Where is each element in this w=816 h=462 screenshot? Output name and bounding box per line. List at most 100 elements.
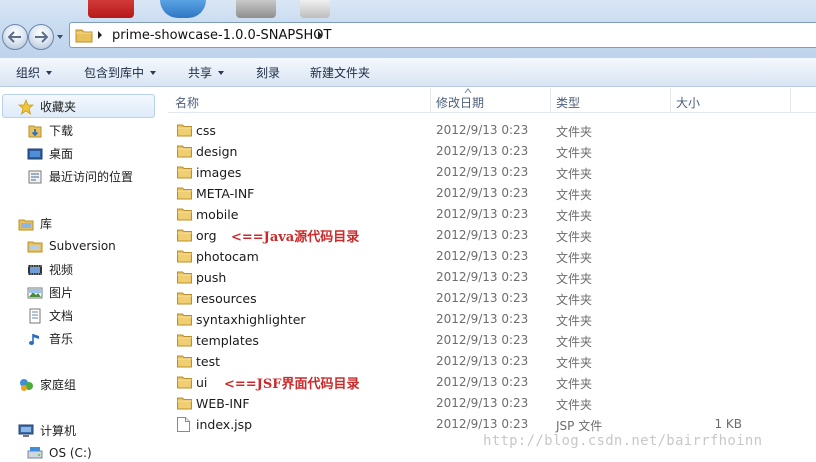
breadcrumb-current[interactable]: prime-showcase-1.0.0-SNAPSHOT — [112, 28, 331, 43]
drive-icon — [27, 445, 43, 461]
table-row[interactable]: templates 2012/9/13 0:23 文件夹 — [168, 330, 816, 351]
column-header-modified[interactable]: 修改日期 — [436, 94, 484, 111]
file-name: test — [196, 354, 221, 369]
chevron-down-icon — [46, 70, 53, 75]
file-name: syntaxhighlighter — [196, 312, 306, 327]
include-in-library-label: 包含到库中 — [84, 66, 145, 80]
sidebar-item-favorites[interactable]: 收藏夹 — [18, 98, 76, 115]
table-row[interactable]: push 2012/9/13 0:23 文件夹 — [168, 267, 816, 288]
chevron-right-icon[interactable] — [316, 30, 324, 40]
table-row[interactable]: syntaxhighlighter 2012/9/13 0:23 文件夹 — [168, 309, 816, 330]
file-modified-date: 2012/9/13 0:23 — [436, 291, 529, 305]
sidebar-item-label: 库 — [40, 217, 53, 231]
forward-button[interactable] — [28, 24, 54, 50]
file-name: design — [196, 144, 238, 159]
file-modified-date: 2012/9/13 0:23 — [436, 396, 529, 410]
sidebar-item-label: 最近访问的位置 — [49, 170, 134, 184]
file-type: 文件夹 — [556, 146, 593, 160]
column-divider[interactable] — [430, 88, 431, 113]
sidebar-item-pictures[interactable]: 图片 — [27, 284, 73, 301]
file-type: 文件夹 — [556, 209, 593, 223]
chevron-down-icon — [150, 70, 157, 75]
sidebar-item-label: 音乐 — [49, 332, 74, 346]
folder-icon — [177, 312, 192, 329]
file-type: 文件夹 — [556, 230, 593, 244]
navigation-pane-scrollbar[interactable] — [160, 88, 168, 462]
chevron-right-icon[interactable] — [96, 30, 104, 40]
sidebar-item-recent-places[interactable]: 最近访问的位置 — [27, 168, 133, 185]
command-bar: 组织 包含到库中 共享 刻录 新建文件夹 — [0, 58, 816, 87]
file-type: JSP 文件 — [556, 419, 603, 433]
sidebar-item-computer[interactable]: 计算机 — [18, 422, 76, 439]
table-row[interactable]: design 2012/9/13 0:23 文件夹 — [168, 141, 816, 162]
file-name: resources — [196, 291, 257, 306]
taskbar-thumbnail-white — [300, 0, 330, 18]
share-menu[interactable]: 共享 — [188, 64, 225, 81]
folder-icon — [177, 270, 192, 287]
file-modified-date: 2012/9/13 0:23 — [436, 249, 529, 263]
sidebar-item-label: 桌面 — [49, 147, 74, 161]
table-row[interactable]: css 2012/9/13 0:23 文件夹 — [168, 120, 816, 141]
file-type: 文件夹 — [556, 272, 593, 286]
sidebar-item-videos[interactable]: 视频 — [27, 261, 73, 278]
file-modified-date: 2012/9/13 0:23 — [436, 144, 529, 158]
file-size: 1 KB — [714, 417, 742, 431]
table-row[interactable]: WEB-INF 2012/9/13 0:23 文件夹 — [168, 393, 816, 414]
file-name: templates — [196, 333, 259, 348]
sidebar-item-label: 下载 — [49, 124, 74, 138]
documents-icon — [27, 308, 43, 324]
sidebar-item-documents[interactable]: 文档 — [27, 307, 73, 324]
back-arrow-icon — [8, 31, 21, 43]
sidebar-item-label: 文档 — [49, 309, 74, 323]
sidebar-item-os-drive[interactable]: OS (C:) — [27, 445, 92, 461]
sidebar-item-libraries[interactable]: 库 — [18, 215, 52, 232]
table-row[interactable]: META-INF 2012/9/13 0:23 文件夹 — [168, 183, 816, 204]
sidebar-item-subversion[interactable]: Subversion — [27, 238, 116, 254]
sidebar-item-music[interactable]: 音乐 — [27, 330, 73, 347]
sidebar-item-label: 图片 — [49, 286, 74, 300]
column-header-name[interactable]: 名称 — [175, 94, 199, 111]
column-divider[interactable] — [670, 88, 671, 113]
sidebar-item-label: Subversion — [49, 239, 116, 253]
file-modified-date: 2012/9/13 0:23 — [436, 333, 529, 347]
homegroup-icon — [18, 377, 34, 393]
sidebar-item-desktop[interactable]: 桌面 — [27, 145, 73, 162]
sidebar-item-downloads[interactable]: 下载 — [27, 122, 73, 139]
sidebar-item-label: OS (C:) — [49, 446, 92, 460]
column-divider[interactable] — [550, 88, 551, 113]
address-bar-region: prime-showcase-1.0.0-SNAPSHOT — [0, 0, 816, 58]
file-type: 文件夹 — [556, 293, 593, 307]
table-row[interactable]: resources 2012/9/13 0:23 文件夹 — [168, 288, 816, 309]
column-header-size[interactable]: 大小 — [676, 94, 700, 111]
table-row[interactable]: test 2012/9/13 0:23 文件夹 — [168, 351, 816, 372]
navigation-pane: 收藏夹 下载 桌面 最近访问的位置 库 Subversion 视频 图片 文档 … — [0, 88, 160, 462]
sidebar-item-label: 视频 — [49, 263, 74, 277]
folder-icon — [177, 396, 192, 413]
desktop-icon — [27, 146, 43, 162]
include-in-library-menu[interactable]: 包含到库中 — [84, 64, 157, 81]
sidebar-item-homegroup[interactable]: 家庭组 — [18, 376, 76, 393]
address-field[interactable]: prime-showcase-1.0.0-SNAPSHOT — [69, 22, 816, 48]
file-modified-date: 2012/9/13 0:23 — [436, 228, 529, 242]
folder-icon — [177, 249, 192, 266]
file-modified-date: 2012/9/13 0:23 — [436, 186, 529, 200]
new-folder-button[interactable]: 新建文件夹 — [310, 64, 370, 81]
table-row[interactable]: images 2012/9/13 0:23 文件夹 — [168, 162, 816, 183]
table-row[interactable]: photocam 2012/9/13 0:23 文件夹 — [168, 246, 816, 267]
file-name: photocam — [196, 249, 259, 264]
burn-button[interactable]: 刻录 — [256, 64, 280, 81]
table-row[interactable]: index.jsp 2012/9/13 0:23 JSP 文件 1 KB — [168, 414, 816, 435]
forward-arrow-icon — [35, 31, 48, 43]
file-type: 文件夹 — [556, 356, 593, 370]
table-row[interactable]: mobile 2012/9/13 0:23 文件夹 — [168, 204, 816, 225]
table-row[interactable]: org 2012/9/13 0:23 文件夹 <==Java源代码目录 — [168, 225, 816, 246]
organize-menu[interactable]: 组织 — [16, 64, 53, 81]
video-icon — [27, 262, 43, 278]
column-header-type[interactable]: 类型 — [556, 94, 580, 111]
column-divider[interactable] — [790, 88, 791, 113]
recent-pages-dropdown-icon[interactable] — [56, 32, 64, 42]
table-row[interactable]: ui 2012/9/13 0:23 文件夹 <==JSF界面代码目录 — [168, 372, 816, 393]
file-type: 文件夹 — [556, 314, 593, 328]
back-button[interactable] — [2, 24, 28, 50]
taskbar-thumbnail-gray — [236, 0, 276, 18]
